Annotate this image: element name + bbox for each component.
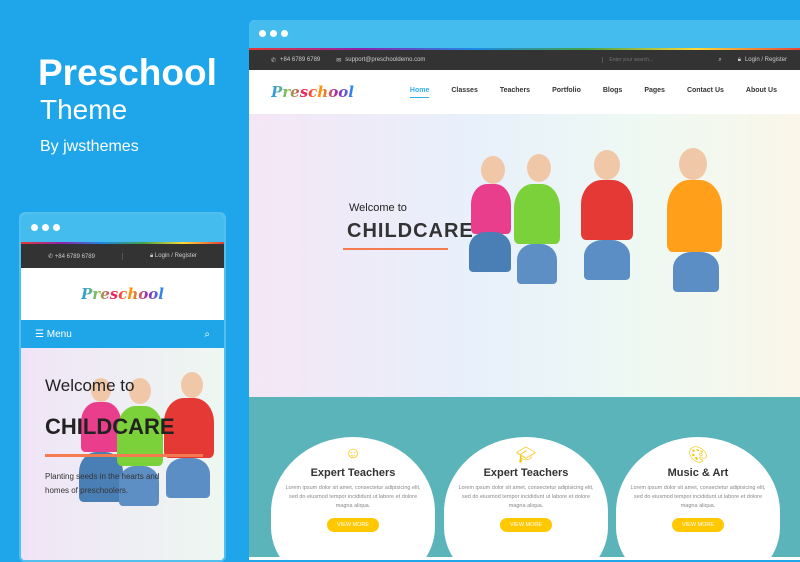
browser-chrome [21,214,224,242]
search-icon[interactable]: ⌕ [204,329,210,340]
mobile-top-bar: ✆ +84 6789 6789 🔒︎ Login / Register [21,244,224,268]
view-more-button[interactable]: VIEW MORE [671,518,725,532]
logo[interactable]: Preschool [81,285,164,303]
nav-portfolio[interactable]: Portfolio [552,87,581,98]
phone-icon: ✆ [271,57,277,64]
hero-headline: CHILDCARE [45,414,175,439]
card-title: Music & Art [667,467,729,479]
email[interactable]: support@preschooldemo.com [345,57,425,63]
mobile-preview: ✆ +84 6789 6789 🔒︎ Login / Register Pres… [19,212,226,562]
features-section: ☺ Expert Teachers Lorem ipsum dolor sit … [249,397,800,560]
feature-card: 🎓︎ Expert Teachers Lorem ipsum dolor sit… [444,437,608,560]
promo-author: By jwsthemes [40,138,139,155]
promo-title: Preschool [38,52,217,93]
nav-pages[interactable]: Pages [644,87,665,98]
search-icon[interactable]: ⌕ [718,57,721,64]
nav-blogs[interactable]: Blogs [603,87,622,98]
view-more-button[interactable]: VIEW MORE [499,518,553,532]
nav-home[interactable]: Home [409,87,430,98]
menu-label[interactable]: Menu [47,329,72,340]
phone-number: +84 6789 6789 [280,57,321,63]
hero-headline: CHILDCARE [347,220,474,242]
mail-icon: ✉ [336,57,342,64]
hero-welcome: Welcome to [45,376,135,395]
nav-classes[interactable]: Classes [451,87,477,98]
login-link[interactable]: Login / Register [745,57,787,63]
nav-contact[interactable]: Contact Us [687,87,724,98]
desktop-preview: ✆ +84 6789 6789 ✉ support@preschooldemo.co… [249,20,800,560]
mobile-menu-bar[interactable]: ☰ Menu ⌕ [21,320,224,348]
search-input[interactable] [602,57,703,63]
graduation-cap-icon: 🎓︎ [515,447,537,464]
palette-icon: 🎨︎ [687,447,709,464]
nav-about[interactable]: About Us [746,87,777,98]
hero-banner: Welcome to CHILDCARE [249,114,800,397]
card-title: Expert Teachers [483,467,569,479]
card-text: Lorem ipsum dolor sit amet, consectetur … [630,485,766,509]
hero-welcome: Welcome to [349,202,407,214]
feature-card: 🎨︎ Music & Art Lorem ipsum dolor sit ame… [616,437,780,560]
feature-card: ☺ Expert Teachers Lorem ipsum dolor sit … [271,437,435,560]
hamburger-icon[interactable]: ☰ [35,329,47,340]
top-bar: ✆ +84 6789 6789 ✉ support@preschooldemo.co… [249,50,800,70]
card-text: Lorem ipsum dolor sit amet, consectetur … [458,485,594,509]
card-title: Expert Teachers [310,467,396,479]
browser-chrome [249,20,800,48]
promo-subtitle: Theme [40,94,128,125]
phone-icon: ✆ [48,253,55,260]
teacher-icon: ☺ [344,445,362,462]
nav-teachers[interactable]: Teachers [500,87,530,98]
view-more-button[interactable]: VIEW MORE [326,518,380,532]
phone-number: +84 6789 6789 [54,253,95,260]
lock-icon: 🔒︎ [737,56,741,63]
main-nav: Preschool Home Classes Teachers Portfoli… [249,70,800,114]
login-link[interactable]: Login / Register [155,253,197,259]
hero-tagline: Planting seeds in the hearts and homes o… [45,472,160,495]
card-text: Lorem ipsum dolor sit amet, consectetur … [285,485,421,509]
mobile-hero: Welcome to CHILDCARE Planting seeds in t… [21,348,224,560]
logo[interactable]: Preschool [271,83,354,101]
